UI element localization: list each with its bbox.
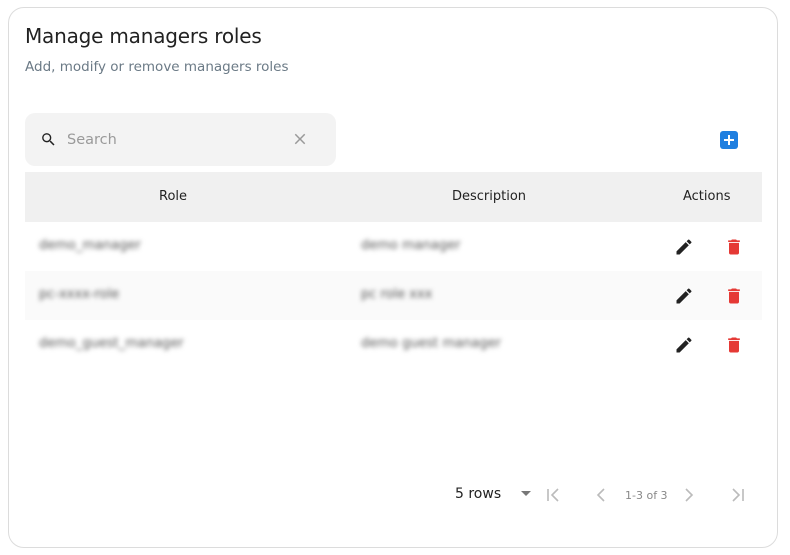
page-range: 1-3 of 3	[625, 489, 668, 502]
plus-icon	[724, 135, 734, 145]
column-actions: Actions	[683, 189, 731, 204]
column-description[interactable]: Description	[452, 189, 526, 204]
table-header: Role Description Actions	[25, 172, 762, 222]
caret-down-icon	[520, 491, 531, 496]
add-role-button[interactable]	[720, 131, 738, 149]
description-cell: pc role xxx	[361, 287, 433, 302]
previous-page-icon[interactable]	[595, 488, 607, 502]
rows-per-page-select[interactable]: 5 rows	[455, 486, 532, 502]
table-row: pc-xxxx-role pc role xxx	[25, 271, 762, 320]
search-box	[25, 113, 336, 166]
delete-icon[interactable]	[724, 285, 744, 307]
delete-icon[interactable]	[724, 334, 744, 356]
column-role[interactable]: Role	[159, 189, 187, 204]
table-row: demo_guest_manager demo guest manager	[25, 320, 762, 369]
last-page-icon[interactable]	[729, 488, 745, 502]
rows-per-page-label: 5 rows	[455, 486, 502, 502]
delete-icon[interactable]	[724, 236, 744, 258]
next-page-icon[interactable]	[683, 488, 695, 502]
page-subtitle: Add, modify or remove managers roles	[25, 59, 289, 75]
role-cell: demo_manager	[39, 238, 141, 253]
description-cell: demo guest manager	[361, 336, 501, 351]
table-row: demo_manager demo manager	[25, 222, 762, 271]
clear-search-icon[interactable]	[291, 130, 309, 148]
edit-icon[interactable]	[674, 335, 694, 355]
roles-card: Manage managers roles Add, modify or rem…	[8, 7, 778, 548]
role-cell: pc-xxxx-role	[39, 287, 120, 302]
page-title: Manage managers roles	[25, 24, 262, 48]
edit-icon[interactable]	[674, 286, 694, 306]
description-cell: demo manager	[361, 238, 461, 253]
search-icon	[42, 133, 55, 146]
edit-icon[interactable]	[674, 237, 694, 257]
search-input[interactable]	[65, 127, 289, 153]
role-cell: demo_guest_manager	[39, 336, 184, 351]
first-page-icon[interactable]	[546, 488, 562, 502]
